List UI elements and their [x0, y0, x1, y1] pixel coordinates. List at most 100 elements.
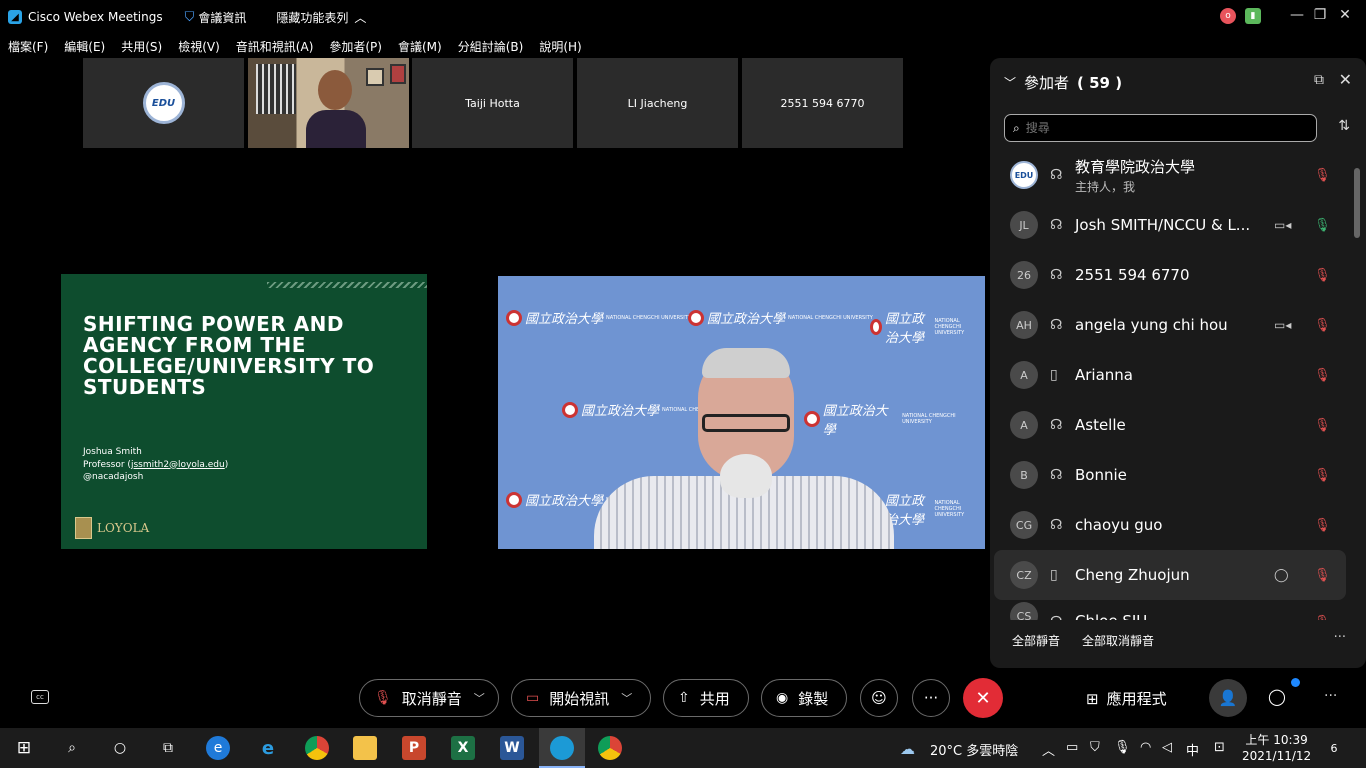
- chrome-icon[interactable]: [598, 736, 622, 760]
- reactions-icon[interactable]: ☺: [860, 679, 898, 717]
- nccu-backdrop-logo: 國立政治大學NATIONAL CHENGCHI UNIVERSITY: [688, 308, 873, 327]
- chat-icon[interactable]: ◯: [1268, 687, 1286, 706]
- hide-menu-bar-button[interactable]: 隱藏功能表列 ︿: [276, 9, 366, 26]
- file-explorer-icon[interactable]: [353, 736, 377, 760]
- powerpoint-icon[interactable]: P: [402, 736, 426, 760]
- weather-text[interactable]: 20°C 多雲時陰: [930, 740, 1018, 759]
- video-thumbnail-edu[interactable]: EDU: [83, 58, 244, 148]
- chevron-down-icon[interactable]: ﹀: [474, 690, 485, 706]
- participants-header[interactable]: ﹀ 參加者 ( 59 ): [1004, 72, 1122, 93]
- meeting-info-button[interactable]: 會議資訊: [198, 9, 246, 26]
- ime-mode-icon[interactable]: ⊡: [1214, 740, 1225, 755]
- menu-share[interactable]: 共用(S): [121, 38, 162, 55]
- participant-name: Bonnie: [1075, 466, 1127, 484]
- share-icon: ⇧: [678, 690, 690, 706]
- search-input[interactable]: [1025, 121, 1286, 135]
- scrollbar-thumb[interactable]: [1354, 168, 1360, 238]
- excel-icon[interactable]: X: [451, 736, 475, 760]
- avatar: B: [1010, 461, 1038, 489]
- security-icon[interactable]: ⛉: [1090, 740, 1100, 755]
- captions-icon[interactable]: cc: [31, 690, 49, 704]
- shield-icon[interactable]: ⛉: [185, 10, 195, 25]
- participant-row[interactable]: CZ ▯ Cheng Zhuojun ◯ 🎙: [994, 550, 1346, 600]
- cortana-icon[interactable]: ○: [108, 736, 132, 760]
- menu-edit[interactable]: 編輯(E): [64, 38, 105, 55]
- end-meeting-button[interactable]: ✕: [963, 678, 1003, 718]
- participant-row[interactable]: AH ☊ angela yung chi hou ▭◂ 🎙: [994, 300, 1346, 350]
- mic-muted-icon[interactable]: 🎙: [1314, 318, 1331, 333]
- start-video-button[interactable]: ▭ 開始視訊 ﹀: [511, 679, 651, 717]
- mute-all-button[interactable]: 全部靜音: [1012, 632, 1060, 649]
- notification-center-icon[interactable]: 6: [1324, 738, 1344, 758]
- wifi-icon[interactable]: ◠: [1140, 740, 1151, 755]
- menu-meeting[interactable]: 會議(M): [398, 38, 442, 55]
- menu-help[interactable]: 說明(H): [539, 38, 581, 55]
- participant-name: Astelle: [1075, 416, 1126, 434]
- more-options-button[interactable]: ···: [912, 679, 950, 717]
- active-speaker-video[interactable]: 國立政治大學 NATIONAL CHENGCHI UNIVERSITY 國立政治大…: [498, 276, 985, 549]
- mic-muted-icon[interactable]: 🎙: [1314, 368, 1331, 383]
- menu-file[interactable]: 檔案(F): [8, 38, 48, 55]
- video-thumbnail-li[interactable]: LI Jiacheng: [577, 58, 738, 148]
- mic-muted-icon[interactable]: 🎙: [1314, 268, 1331, 283]
- clock[interactable]: 上午 10:39 2021/11/12: [1242, 732, 1311, 764]
- mic-muted-icon[interactable]: 🎙: [1314, 168, 1331, 183]
- internet-explorer-icon[interactable]: e: [256, 736, 280, 760]
- overflow-menu-icon[interactable]: ···: [1324, 688, 1337, 704]
- participant-row[interactable]: A ☊ Astelle 🎙: [994, 400, 1346, 450]
- apps-button[interactable]: ⊞ 應用程式: [1086, 688, 1167, 709]
- phone-icon: ▯: [1050, 567, 1058, 583]
- participant-row[interactable]: B ☊ Bonnie 🎙: [994, 450, 1346, 500]
- search-icon[interactable]: ⌕: [60, 736, 84, 760]
- participants-more-button[interactable]: ···: [1334, 630, 1346, 645]
- chat-bubble-icon[interactable]: ◯: [1274, 568, 1289, 583]
- participant-row[interactable]: 26 ☊ 2551 594 6770 🎙: [994, 250, 1346, 300]
- nccu-seal-icon: [804, 411, 820, 427]
- close-icon[interactable]: ✕: [1339, 70, 1352, 89]
- windows-start-icon[interactable]: ⊞: [12, 736, 36, 760]
- menu-view[interactable]: 檢視(V): [178, 38, 220, 55]
- speaker-icon[interactable]: ◁: [1162, 740, 1172, 755]
- participant-list-scrollbar[interactable]: [1354, 154, 1362, 620]
- video-thumbnail-phone[interactable]: 2551 594 6770: [742, 58, 903, 148]
- unmute-all-button[interactable]: 全部取消靜音: [1082, 632, 1154, 649]
- video-thumbnail-taiji[interactable]: Taiji Hotta: [412, 58, 573, 148]
- participant-search[interactable]: ⌕: [1004, 114, 1317, 142]
- edge-icon[interactable]: e: [206, 736, 230, 760]
- word-icon[interactable]: W: [500, 736, 524, 760]
- participant-row[interactable]: EDU ☊ 教育學院政治大學 主持人，我 🎙: [994, 150, 1346, 200]
- participant-row[interactable]: JL ☊ Josh SMITH/NCCU & L... ▭◂ 🎙: [994, 200, 1346, 250]
- participant-row[interactable]: CG ☊ chaoyu guo 🎙: [994, 500, 1346, 550]
- popout-icon[interactable]: ⧉: [1314, 72, 1324, 88]
- recording-status-icon[interactable]: o: [1220, 8, 1236, 24]
- menu-breakout[interactable]: 分組討論(B): [458, 38, 524, 55]
- mic-on-icon[interactable]: 🎙: [1314, 218, 1331, 233]
- participant-head: [318, 70, 352, 110]
- battery-icon[interactable]: ▭: [1066, 740, 1078, 755]
- participant-row[interactable]: CS ☊ Chloe SIU 🎙: [994, 600, 1346, 620]
- menu-audio-video[interactable]: 音訊和視訊(A): [236, 38, 314, 55]
- window-close-button[interactable]: ✕: [1322, 0, 1366, 30]
- chrome-icon[interactable]: [305, 736, 329, 760]
- network-stats-icon[interactable]: ▮: [1245, 8, 1261, 24]
- record-button[interactable]: ◉ 錄製: [761, 679, 847, 717]
- webex-taskbar-active[interactable]: [539, 728, 585, 768]
- mic-muted-icon[interactable]: 🎙: [1314, 468, 1331, 483]
- ime-indicator[interactable]: 中: [1186, 740, 1199, 759]
- menu-participants[interactable]: 參加者(P): [329, 38, 382, 55]
- video-thumbnail-camera[interactable]: [248, 58, 409, 148]
- participants-toggle-icon[interactable]: 👤: [1209, 679, 1247, 717]
- sort-icon[interactable]: ⇅: [1338, 118, 1350, 134]
- mic-muted-icon[interactable]: 🎙: [1314, 568, 1331, 583]
- mic-muted-icon[interactable]: 🎙: [1314, 418, 1331, 433]
- microphone-icon[interactable]: 🎙: [1114, 740, 1131, 755]
- share-button[interactable]: ⇧ 共用: [663, 679, 749, 717]
- unmute-button[interactable]: 🎙 取消靜音 ﹀: [359, 679, 499, 717]
- task-view-icon[interactable]: ⧉: [156, 736, 180, 760]
- chevron-up-icon[interactable]: ︿: [1042, 740, 1055, 759]
- chevron-down-icon[interactable]: ﹀: [621, 690, 632, 706]
- mic-muted-icon[interactable]: 🎙: [1314, 518, 1331, 533]
- participants-count: ( 59 ): [1077, 73, 1123, 92]
- mic-muted-icon[interactable]: 🎙: [1314, 615, 1331, 620]
- participant-row[interactable]: A ▯ Arianna 🎙: [994, 350, 1346, 400]
